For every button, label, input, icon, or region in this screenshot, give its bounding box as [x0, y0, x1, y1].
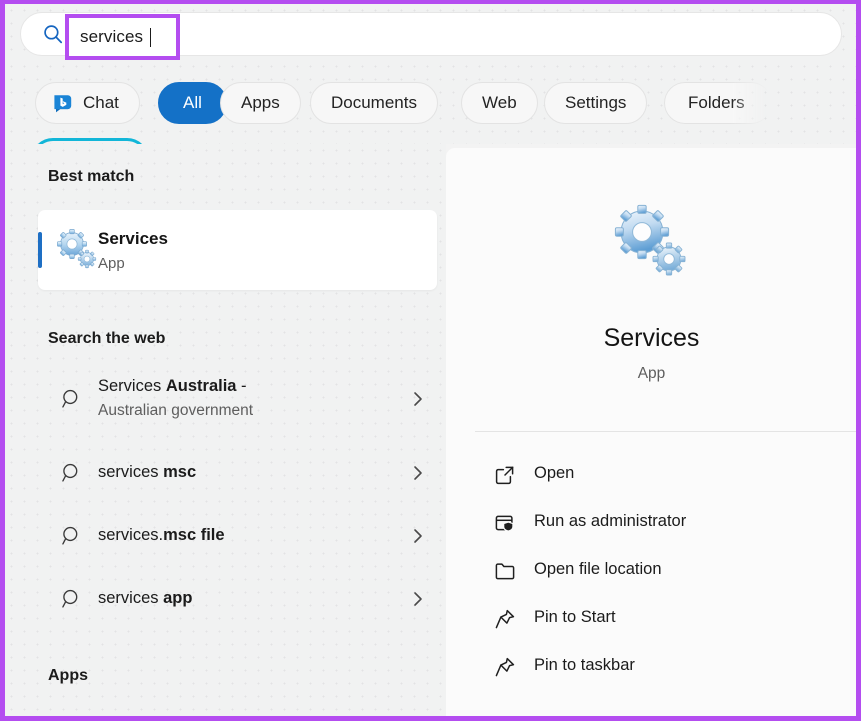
- action-open-file-location[interactable]: Open file location: [475, 547, 845, 595]
- detail-title: Services: [603, 324, 700, 352]
- filter-pill-chat-label: Chat: [83, 93, 119, 112]
- action-open[interactable]: Open: [475, 451, 845, 499]
- filter-pill-documents[interactable]: Documents: [310, 82, 438, 124]
- chevron-right-icon: [410, 390, 426, 408]
- action-run-as-administrator-label: Run as administrator: [534, 512, 687, 530]
- suggestion-emphasis: Australia: [165, 377, 237, 395]
- action-pin-to-taskbar[interactable]: Pin to taskbar: [475, 643, 845, 691]
- filter-pill-web[interactable]: Web: [461, 82, 538, 124]
- chevron-right-icon: [410, 464, 426, 482]
- web-suggestion-row[interactable]: services.msc file: [38, 509, 437, 565]
- windows-search-window: services Chat All Apps Documents Web Set…: [0, 0, 861, 721]
- action-open-file-location-label: Open file location: [534, 560, 662, 578]
- apps-heading: Apps: [48, 667, 88, 684]
- filter-pill-documents-label: Documents: [331, 93, 417, 112]
- filter-pill-settings[interactable]: Settings: [544, 82, 648, 124]
- filter-pill-all[interactable]: All: [158, 82, 227, 124]
- search-icon: [61, 388, 83, 410]
- search-icon: [61, 525, 83, 547]
- web-suggestion-text: services msc: [98, 463, 196, 482]
- gears-icon: [56, 228, 100, 272]
- best-match-result-services[interactable]: Services App: [38, 210, 437, 290]
- text-caret: [150, 27, 152, 47]
- action-pin-to-start[interactable]: Pin to Start: [475, 595, 845, 643]
- open-external-icon: [494, 464, 516, 486]
- suggestion-prefix: services.: [98, 526, 164, 544]
- suggestion-suffix: -: [236, 377, 247, 395]
- filter-pill-apps[interactable]: Apps: [220, 82, 301, 124]
- best-match-heading: Best match: [48, 168, 135, 185]
- filter-pill-bar: Chat All Apps Documents Web Settings Fol…: [5, 60, 856, 144]
- detail-subtitle: App: [637, 365, 666, 382]
- web-suggestion-row[interactable]: Services Australia - Australian governme…: [38, 372, 437, 434]
- suggestion-emphasis: app: [163, 589, 193, 607]
- filter-pill-apps-label: Apps: [241, 93, 280, 112]
- suggestion-prefix: services: [98, 589, 164, 607]
- suggestion-prefix: services: [98, 463, 164, 481]
- chevron-right-icon: [410, 527, 426, 545]
- pin-icon: [494, 656, 516, 678]
- bing-chat-icon: [52, 92, 74, 114]
- filter-pill-all-label: All: [183, 93, 202, 112]
- filter-pill-settings-label: Settings: [565, 93, 627, 112]
- filter-pill-web-label: Web: [482, 93, 517, 112]
- detail-panel: Services App Open Run as administrator O…: [446, 148, 856, 716]
- filter-pill-chat[interactable]: Chat: [35, 82, 140, 124]
- best-match-title: Services: [98, 229, 168, 248]
- suggestion-prefix: Services: [98, 377, 166, 395]
- results-column: Best match Services App Search the web S…: [5, 144, 446, 716]
- web-suggestion-text: services.msc file: [98, 526, 225, 545]
- gears-icon: [611, 202, 693, 284]
- web-suggestion-row[interactable]: services app: [38, 572, 437, 628]
- web-suggestion-row[interactable]: services msc: [38, 446, 437, 502]
- action-pin-to-taskbar-label: Pin to taskbar: [534, 656, 635, 674]
- search-query-highlight[interactable]: services: [65, 14, 180, 60]
- chevron-right-icon: [410, 590, 426, 608]
- suggestion-emphasis: msc file: [163, 526, 225, 544]
- search-the-web-heading: Search the web: [48, 330, 166, 347]
- shield-window-icon: [494, 512, 516, 534]
- search-bar-area: services: [5, 4, 856, 60]
- action-open-label: Open: [534, 464, 575, 482]
- search-icon: [61, 588, 83, 610]
- action-pin-to-start-label: Pin to Start: [534, 608, 616, 626]
- best-match-subtitle: App: [98, 255, 125, 272]
- search-icon: [61, 462, 83, 484]
- pin-icon: [494, 608, 516, 630]
- web-suggestion-text: services app: [98, 589, 192, 608]
- search-body: Best match Services App Search the web S…: [5, 144, 856, 716]
- filter-pill-folders-label: Folders: [688, 93, 745, 112]
- divider: [475, 431, 856, 432]
- filter-pill-folders[interactable]: Folders: [664, 82, 772, 124]
- selection-indicator: [38, 232, 42, 268]
- search-icon: [43, 24, 63, 44]
- web-suggestion-subtext: Australian government: [98, 402, 254, 419]
- search-query-text: services: [80, 27, 144, 46]
- action-run-as-administrator[interactable]: Run as administrator: [475, 499, 845, 547]
- suggestion-emphasis: msc: [163, 463, 197, 481]
- folder-icon: [494, 560, 516, 582]
- web-suggestion-text: Services Australia -: [98, 377, 247, 396]
